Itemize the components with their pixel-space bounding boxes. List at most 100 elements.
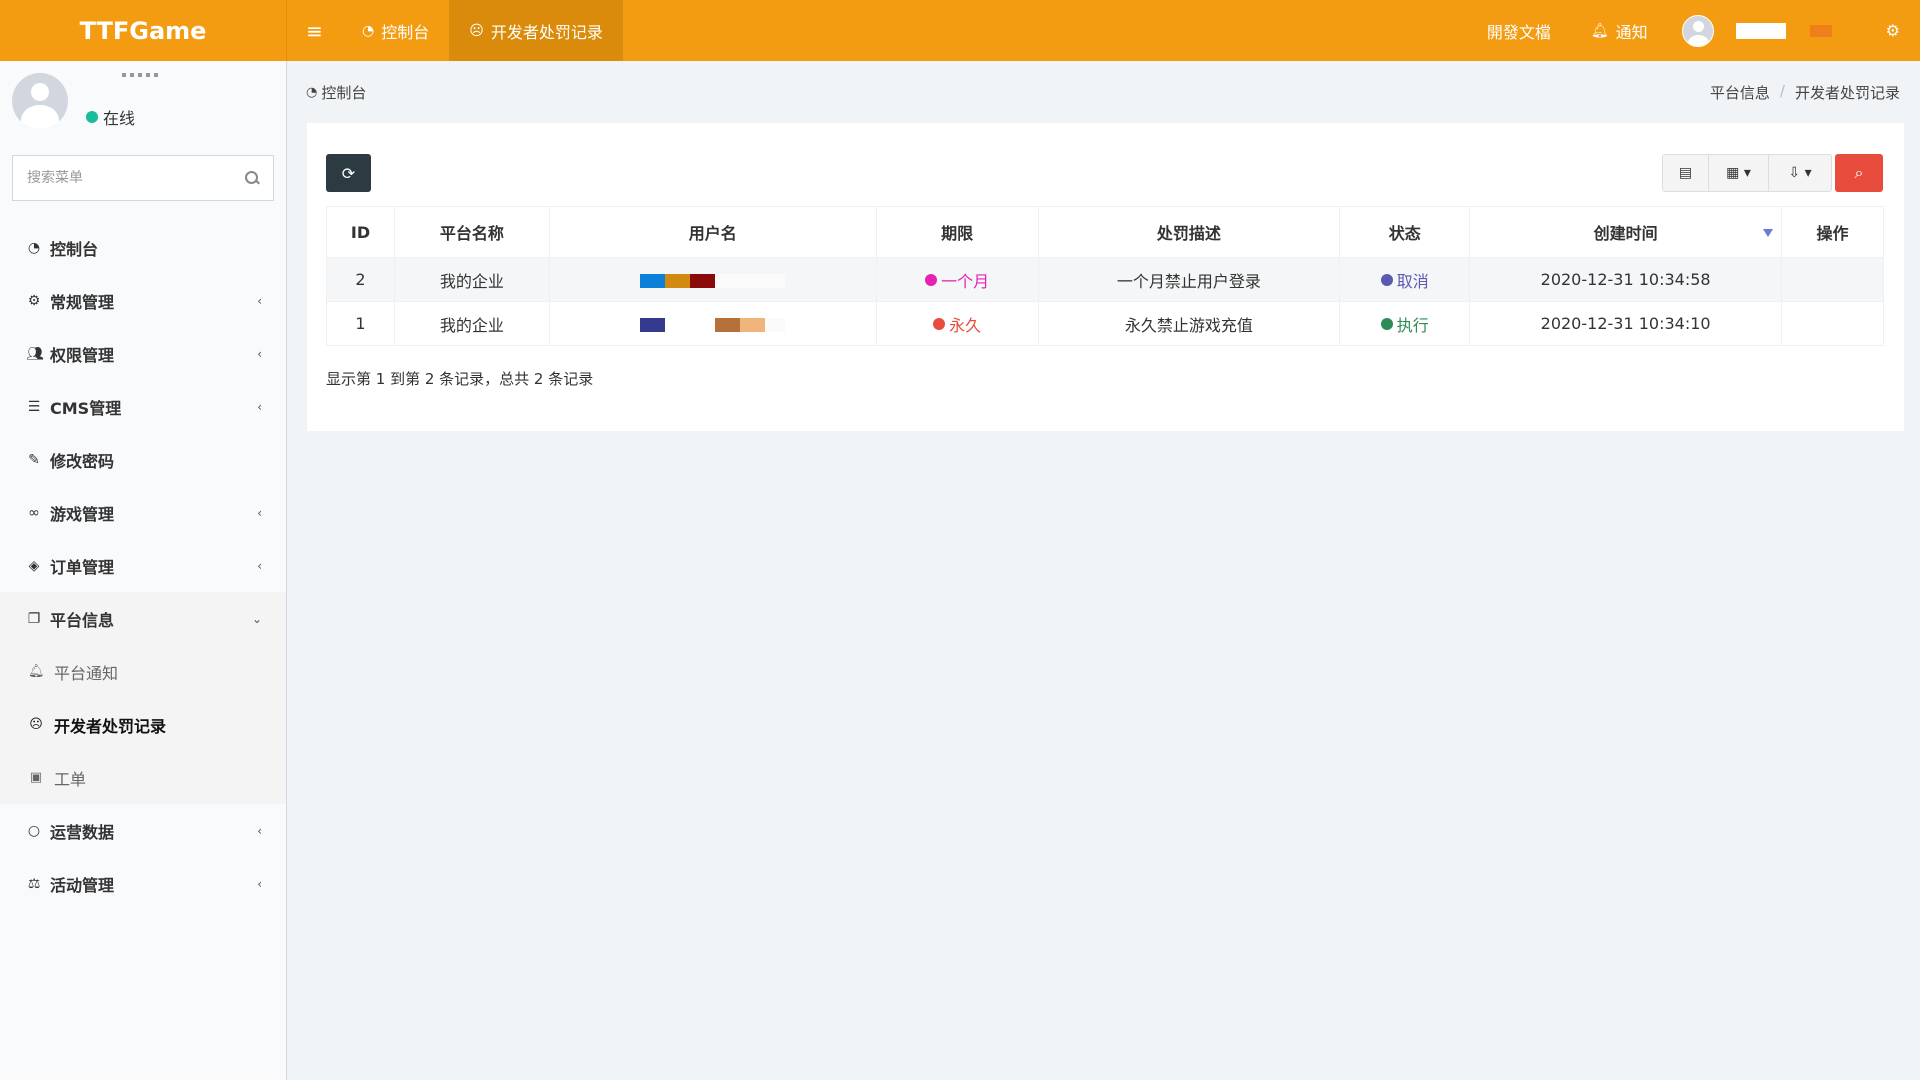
docs-link[interactable]: 開發文檔 <box>1467 0 1571 61</box>
column-header-label: 创建时间 <box>1593 224 1658 243</box>
sidebar-item-label: 订单管理 <box>50 557 115 577</box>
term-dot-icon <box>933 317 946 330</box>
gamepad-icon: ∞ <box>28 504 40 521</box>
column-header[interactable]: 处罚描述 <box>1037 206 1341 258</box>
menu-search-input[interactable] <box>27 170 245 186</box>
avatar <box>1681 14 1714 47</box>
cell-status: 取消 <box>1339 257 1471 302</box>
page-title: ◔ 控制台 <box>306 82 366 103</box>
chevron-down-icon: ⌄ <box>251 611 262 626</box>
sidebar-item-permissions[interactable]: 👥︎ 权限管理 ‹ <box>0 327 286 380</box>
cell-term: 一个月 <box>875 257 1039 302</box>
download-icon: ⇩ ▾ <box>1788 165 1812 181</box>
calendar-check-icon: ▣ <box>29 770 43 785</box>
sidebar-item-games[interactable]: ∞ 游戏管理 ‹ <box>0 486 286 539</box>
chevron-left-icon: ‹ <box>257 823 262 838</box>
cell-created: 2020-12-31 10:34:10 <box>1469 301 1783 346</box>
cell-description: 一个月禁止用户登录 <box>1037 257 1341 302</box>
page-title-text: 控制台 <box>321 84 367 102</box>
status-label: 执行 <box>1396 315 1429 335</box>
avatar <box>12 73 68 129</box>
sidebar-item-orders[interactable]: ◈ 订单管理 ‹ <box>0 539 286 592</box>
sidebar-item-platform-info[interactable]: ❐ 平台信息 ⌄ <box>0 592 286 645</box>
brush-icon: ✎ <box>28 451 40 468</box>
sidebar-item-ops-data[interactable]: ○ 运营数据 ‹ <box>0 804 286 857</box>
status-label: 取消 <box>1396 271 1429 291</box>
sidebar-subitem-platform-notice[interactable]: 🔔︎ 平台通知 <box>0 645 286 698</box>
dashboard-icon: ◔ <box>362 22 375 39</box>
tab-label: 控制台 <box>381 22 430 42</box>
status-badge: 执行 <box>1380 312 1429 336</box>
column-header[interactable]: ID <box>326 206 395 258</box>
sidebar-item-activities[interactable]: ⚖ 活动管理 ‹ <box>0 857 286 910</box>
breadcrumb-separator: / <box>1779 82 1785 100</box>
notification-button[interactable]: 🔔︎ 通知 <box>1571 0 1668 61</box>
balance-scale-icon: ⚖ <box>27 875 41 892</box>
columns-icon: ▦ ▾ <box>1726 165 1751 181</box>
sidebar-item-general[interactable]: ⚙ 常规管理 ‹ <box>0 274 286 327</box>
table-row[interactable]: 2 我的企业 一个月 一个月禁止用户登录 取消 2020-12-31 10:34… <box>326 257 1884 302</box>
table-header-row: ID 平台名称 用户名 期限 处罚描述 状态 创建时间 操作 <box>326 206 1884 258</box>
breadcrumb-parent[interactable]: 平台信息 <box>1710 82 1770 103</box>
cell-actions <box>1781 257 1884 302</box>
sidebar-subitem-label: 开发者处罚记录 <box>54 716 167 736</box>
bell-icon: 🔔︎ <box>1590 22 1609 39</box>
sidebar-toggle-button[interactable]: ≡ <box>287 0 342 61</box>
users-icon: 👥︎ <box>26 345 44 362</box>
toggle-view-button[interactable]: ▤ <box>1663 155 1709 191</box>
dashboard-icon: ◔ <box>306 85 318 100</box>
cell-id: 2 <box>326 257 395 302</box>
table-toolbar: ▤ ▦ ▾ ⇩ ▾ <box>1662 154 1832 192</box>
settings-button[interactable]: ⚙ <box>1846 0 1920 61</box>
column-header[interactable]: 状态 <box>1339 206 1471 258</box>
list-alt-icon: ▤ <box>1678 165 1693 181</box>
sidebar-item-label: 控制台 <box>50 239 99 259</box>
bell-icon: 🔔︎ <box>28 664 45 679</box>
sidebar-subitem-tickets[interactable]: ▣ 工单 <box>0 751 286 804</box>
sidebar-subitem-penalty-records[interactable]: ☹ 开发者处罚记录 <box>0 698 286 751</box>
sidebar-item-change-password[interactable]: ✎ 修改密码 <box>0 433 286 486</box>
search-icon[interactable] <box>245 171 259 185</box>
pagination-summary: 显示第 1 到第 2 条记录，总共 2 条记录 <box>326 370 594 388</box>
platform-info-submenu: 🔔︎ 平台通知 ☹ 开发者处罚记录 ▣ 工单 <box>0 645 286 804</box>
sidebar-item-cms[interactable]: ☰ CMS管理 ‹ <box>0 380 286 433</box>
status-dot-icon <box>1380 317 1393 330</box>
search-button[interactable]: ⌕ <box>1835 154 1883 192</box>
sidebar-item-dashboard[interactable]: ◔ 控制台 <box>0 221 286 274</box>
term-label: 一个月 <box>941 271 990 291</box>
cell-username-redacted <box>548 301 877 346</box>
chevron-left-icon: ‹ <box>257 346 262 361</box>
redacted-mark <box>1809 24 1832 37</box>
columns-button[interactable]: ▦ ▾ <box>1709 155 1769 191</box>
sidebar-item-label: 平台信息 <box>50 610 115 630</box>
term-label: 永久 <box>949 315 982 335</box>
sidebar-subitem-label: 工单 <box>54 769 87 789</box>
penalty-table: ID 平台名称 用户名 期限 处罚描述 状态 创建时间 操作 2 我的企业 一个… <box>326 206 1884 346</box>
sidebar-item-label: 活动管理 <box>50 875 115 895</box>
column-header[interactable]: 平台名称 <box>393 206 550 258</box>
sidebar-item-label: 运营数据 <box>50 822 115 842</box>
app-logo[interactable]: TTFGame <box>0 0 287 61</box>
content-panel: ⟳ ▤ ▦ ▾ ⇩ ▾ ⌕ ID 平台名称 用户名 期限 处罚描述 状态 创建时… <box>307 123 1904 431</box>
refresh-button[interactable]: ⟳ <box>326 154 371 192</box>
chevron-left-icon: ‹ <box>257 293 262 308</box>
online-dot-icon <box>86 111 98 123</box>
tab-dashboard[interactable]: ◔ 控制台 <box>342 0 449 61</box>
sidebar-item-label: 修改密码 <box>50 451 115 471</box>
sidebar-item-label: 游戏管理 <box>50 504 115 524</box>
cell-created: 2020-12-31 10:34:58 <box>1469 257 1783 302</box>
table-row[interactable]: 1 我的企业 永久 永久禁止游戏充值 执行 2020-12-31 10:34:1… <box>326 301 1884 346</box>
column-header[interactable]: 用户名 <box>548 206 877 258</box>
export-button[interactable]: ⇩ ▾ <box>1769 155 1831 191</box>
tab-penalty-records[interactable]: ☹ 开发者处罚记录 <box>449 0 623 61</box>
status-badge: 取消 <box>1380 268 1429 292</box>
status-label: 在线 <box>103 109 136 128</box>
column-header-sortable[interactable]: 创建时间 <box>1469 206 1783 258</box>
term-dot-icon <box>925 273 938 286</box>
column-header[interactable]: 期限 <box>875 206 1039 258</box>
user-panel: 在线 <box>0 61 286 149</box>
user-menu[interactable] <box>1668 0 1846 61</box>
sidebar-item-label: 权限管理 <box>50 345 115 365</box>
tab-label: 开发者处罚记录 <box>490 22 603 42</box>
top-header: TTFGame ≡ ◔ 控制台 ☹ 开发者处罚记录 開發文檔 🔔︎ 通知 ⚙ <box>0 0 1920 61</box>
